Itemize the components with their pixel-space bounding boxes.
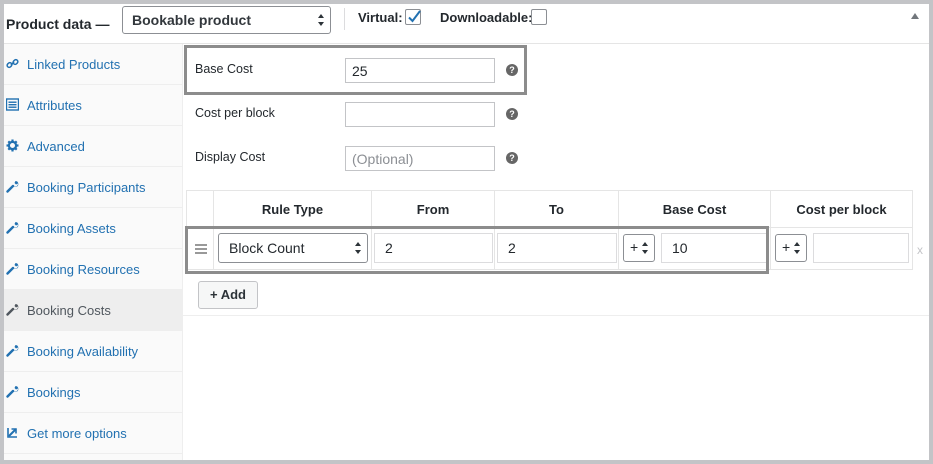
tab-label: Bookings bbox=[27, 384, 81, 400]
column-to: To bbox=[494, 191, 618, 229]
column-cost-per-block: Cost per block bbox=[770, 191, 912, 229]
base-cost-label: Base Cost bbox=[195, 62, 253, 76]
tab-get-more-options[interactable]: Get more options bbox=[4, 413, 182, 454]
tab-label: Attributes bbox=[27, 97, 82, 113]
base-cost-field: Base Cost ? bbox=[183, 50, 543, 92]
add-rule-button[interactable]: + Add bbox=[198, 281, 258, 309]
tab-linked-products[interactable]: Linked Products bbox=[4, 44, 182, 85]
rule-block-cost-input[interactable] bbox=[813, 233, 909, 263]
virtual-checkbox[interactable] bbox=[405, 9, 421, 25]
tab-label: Linked Products bbox=[27, 56, 121, 72]
tab-label: Advanced bbox=[27, 138, 85, 154]
tab-advanced[interactable]: Advanced bbox=[4, 126, 182, 167]
cost-per-block-label: Cost per block bbox=[195, 106, 275, 120]
booking-costs-panel: Base Cost ? Cost per block ? Display Cos… bbox=[183, 44, 929, 316]
cost-per-block-field: Cost per block ? bbox=[183, 95, 543, 137]
tab-booking-availability[interactable]: Booking Availability bbox=[4, 331, 182, 372]
product-data-box: Product data — Bookable product Virtual:… bbox=[0, 0, 933, 464]
cost-per-block-input[interactable] bbox=[345, 102, 495, 127]
rule-row-highlight bbox=[185, 226, 769, 274]
tab-label: Booking Costs bbox=[27, 302, 111, 318]
remove-cell bbox=[912, 228, 914, 270]
base-cost-input[interactable] bbox=[345, 58, 495, 83]
tab-booking-resources[interactable]: Booking Resources bbox=[4, 249, 182, 290]
table-header: Rule Type From To Base Cost Cost per blo… bbox=[186, 190, 913, 229]
tab-booking-assets[interactable]: Booking Assets bbox=[4, 208, 182, 249]
column-from: From bbox=[371, 191, 494, 229]
wrench-icon bbox=[6, 263, 19, 275]
tab-booking-participants[interactable]: Booking Participants bbox=[4, 167, 182, 208]
display-cost-input[interactable] bbox=[345, 146, 495, 171]
header-divider bbox=[344, 8, 345, 30]
product-data-title: Product data — bbox=[6, 15, 110, 32]
link-icon bbox=[6, 58, 19, 69]
cost-per-block-cell: + bbox=[770, 228, 912, 270]
tab-bookings[interactable]: Bookings bbox=[4, 372, 182, 413]
remove-row-icon[interactable]: x bbox=[917, 243, 923, 257]
product-type-select[interactable]: Bookable product bbox=[122, 6, 331, 34]
column-rule-type: Rule Type bbox=[213, 191, 371, 229]
select-arrows-icon bbox=[794, 242, 801, 254]
column-base-cost: Base Cost bbox=[618, 191, 770, 229]
list-icon bbox=[6, 98, 19, 111]
display-cost-field: Display Cost ? bbox=[183, 139, 543, 181]
wrench-icon bbox=[6, 345, 19, 357]
help-icon[interactable]: ? bbox=[506, 108, 518, 120]
collapse-toggle-icon[interactable] bbox=[911, 13, 919, 19]
product-type-value: Bookable product bbox=[132, 12, 252, 28]
tab-booking-costs[interactable]: Booking Costs bbox=[4, 290, 182, 331]
checkmark-icon bbox=[408, 10, 421, 23]
virtual-label: Virtual: bbox=[358, 10, 403, 25]
tab-label: Get more options bbox=[27, 425, 127, 441]
tab-label: Booking Availability bbox=[27, 343, 139, 359]
wrench-icon bbox=[6, 222, 19, 234]
help-icon[interactable]: ? bbox=[506, 64, 518, 76]
block-cost-modifier-value: + bbox=[782, 239, 791, 255]
tab-attributes[interactable]: Attributes bbox=[4, 85, 182, 126]
block-cost-modifier-select[interactable]: + bbox=[775, 234, 807, 262]
help-icon[interactable]: ? bbox=[506, 152, 518, 164]
display-cost-label: Display Cost bbox=[195, 150, 266, 164]
tab-label: Booking Assets bbox=[27, 220, 116, 236]
gear-icon bbox=[6, 139, 19, 152]
downloadable-label: Downloadable: bbox=[440, 10, 533, 25]
product-data-tabs: Linked Products Attributes Advanced Book… bbox=[4, 44, 183, 460]
wrench-icon bbox=[6, 304, 19, 316]
tab-label: Booking Resources bbox=[27, 261, 140, 277]
select-arrows-icon bbox=[318, 14, 325, 26]
column-drag bbox=[187, 191, 213, 229]
downloadable-checkbox[interactable] bbox=[531, 9, 547, 25]
plugin-icon bbox=[7, 428, 17, 438]
wrench-icon bbox=[6, 386, 19, 398]
wrench-icon bbox=[6, 181, 19, 193]
tab-label: Booking Participants bbox=[27, 179, 146, 195]
product-data-header: Product data — Bookable product Virtual:… bbox=[4, 4, 929, 44]
